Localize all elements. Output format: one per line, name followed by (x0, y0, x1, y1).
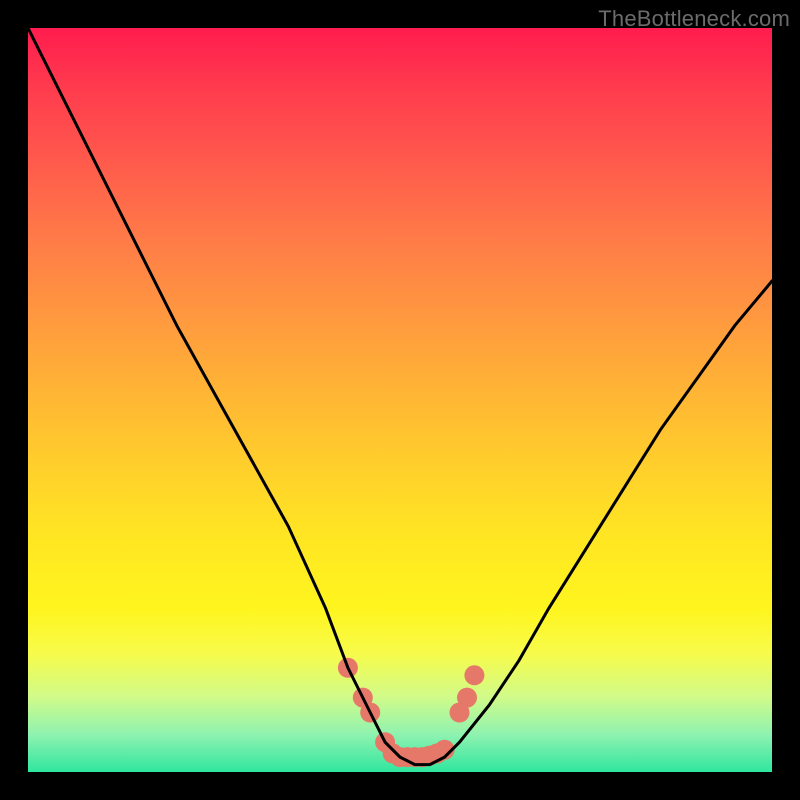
trough-marker (383, 743, 403, 763)
trough-marker (450, 703, 470, 723)
trough-marker (427, 743, 447, 763)
trough-marker (397, 747, 417, 767)
trough-marker (464, 665, 484, 685)
chart-frame: TheBottleneck.com (0, 0, 800, 800)
trough-marker (353, 688, 373, 708)
trough-marker (420, 746, 440, 766)
trough-marker (360, 703, 380, 723)
trough-marker (435, 740, 455, 760)
trough-marker (390, 747, 410, 767)
watermark-text: TheBottleneck.com (598, 6, 790, 32)
chart-plot-area (28, 28, 772, 772)
bottleneck-curve-svg (28, 28, 772, 772)
trough-marker (412, 747, 432, 767)
trough-marker (405, 747, 425, 767)
trough-marker (375, 732, 395, 752)
trough-marker (338, 658, 358, 678)
trough-markers (338, 658, 485, 767)
trough-marker (457, 688, 477, 708)
bottleneck-curve (28, 28, 772, 765)
